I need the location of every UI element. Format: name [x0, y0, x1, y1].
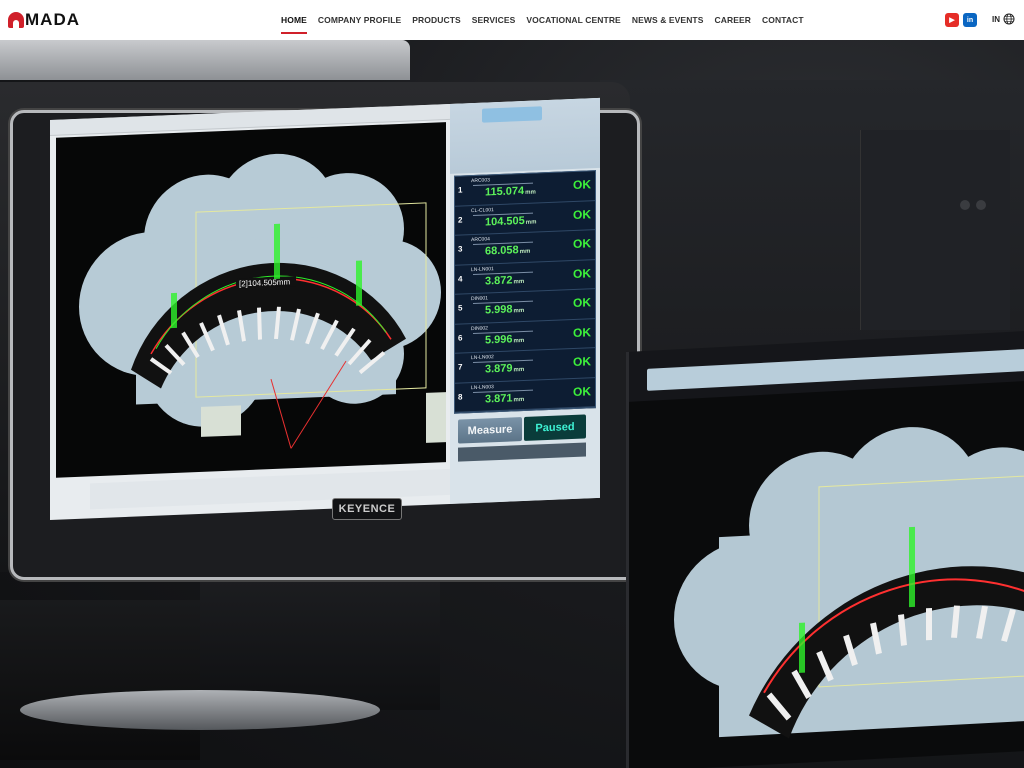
language-code: IN — [992, 14, 1000, 24]
value-text: 115.074 — [485, 184, 525, 199]
value-text: 3.879 — [485, 362, 513, 376]
row-number: 1 — [458, 185, 463, 195]
youtube-icon[interactable]: ▶ — [945, 13, 959, 27]
globe-icon — [1003, 13, 1015, 25]
secondary-monitor — [626, 329, 1024, 768]
nav-home[interactable]: HOME — [281, 0, 307, 40]
amada-logo[interactable]: MADA — [8, 10, 80, 30]
nav-services[interactable]: SERVICES — [472, 0, 516, 40]
value-text: 104.505 — [485, 214, 525, 229]
status-ok: OK — [573, 324, 591, 340]
row-number: 5 — [458, 303, 463, 313]
row-value: 3.871mm — [485, 391, 524, 405]
nav-vocational-centre[interactable]: VOCATIONAL CENTRE — [526, 0, 620, 40]
value-text: 5.996 — [485, 332, 513, 347]
monitor-screen: [2]104.505mm 1 ARC003 115.074mm OK 2 CL-… — [50, 97, 600, 520]
row-number: 8 — [458, 391, 463, 402]
panel-button-row — [458, 442, 586, 462]
paused-button: Paused — [524, 414, 586, 441]
secondary-stator-image — [674, 427, 1024, 739]
value-unit: mm — [519, 248, 531, 256]
status-ok: OK — [573, 383, 591, 399]
row-name: ARC004 — [471, 236, 490, 244]
logo-mark-icon — [8, 12, 24, 28]
row-name: CL-CL001 — [471, 206, 494, 214]
hero-banner: [2]104.505mm 1 ARC003 115.074mm OK 2 CL-… — [0, 40, 1024, 768]
value-unit: mm — [513, 307, 525, 315]
language-selector[interactable]: IN — [992, 13, 1015, 25]
monitor-stand — [200, 560, 440, 710]
row-name: ARC003 — [471, 177, 490, 185]
value-unit: mm — [525, 189, 536, 196]
row-number: 4 — [458, 273, 463, 284]
measurement-image: [2]104.505mm — [56, 122, 446, 478]
value-text: 5.998 — [485, 303, 513, 317]
row-value: 115.074mm — [485, 184, 536, 199]
monitor-top-housing — [0, 40, 410, 80]
row-name: LN-LN001 — [471, 265, 494, 273]
status-ok: OK — [573, 206, 591, 222]
site-header: MADA HOME COMPANY PROFILE PRODUCTS SERVI… — [0, 0, 1024, 40]
nav-company-profile[interactable]: COMPANY PROFILE — [318, 0, 401, 40]
secondary-image — [629, 379, 1024, 768]
row-number: 3 — [458, 244, 463, 254]
measure-button: Measure — [458, 417, 522, 444]
value-unit: mm — [525, 218, 537, 226]
value-text: 3.871 — [485, 391, 513, 406]
row-number: 6 — [458, 332, 463, 343]
panel-chip — [482, 106, 542, 123]
row-name: DIN002 — [471, 324, 488, 332]
row-name: DIN001 — [471, 295, 488, 303]
stator-image: [2]104.505mm — [79, 153, 446, 449]
row-number: 2 — [458, 214, 463, 225]
result-row: 8 LN-LN003 3.871mm OK — [455, 377, 595, 413]
status-ok: OK — [573, 236, 591, 251]
row-number: 7 — [458, 362, 463, 372]
cabinet-knob — [976, 200, 986, 210]
row-value: 5.998mm — [485, 303, 525, 317]
row-value: 104.505mm — [485, 214, 536, 228]
row-name: LN-LN002 — [471, 354, 494, 362]
value-unit: mm — [513, 366, 525, 374]
nav-contact[interactable]: CONTACT — [762, 0, 804, 40]
row-name: LN-LN003 — [471, 383, 494, 391]
value-unit: mm — [513, 337, 525, 344]
main-nav: HOME COMPANY PROFILE PRODUCTS SERVICES V… — [281, 0, 804, 40]
result-list: 1 ARC003 115.074mm OK 2 CL-CL001 104.505… — [454, 170, 596, 414]
stand-base — [20, 690, 380, 730]
status-ok: OK — [573, 177, 591, 192]
value-unit: mm — [513, 278, 525, 285]
status-ok: OK — [573, 295, 591, 310]
status-ok: OK — [573, 354, 591, 369]
value-text: 68.058 — [485, 244, 519, 258]
machine-base — [0, 600, 200, 760]
social-links: ▶ in — [945, 13, 977, 27]
linkedin-icon[interactable]: in — [963, 13, 977, 27]
cabinet-knob — [960, 200, 970, 210]
value-text: 3.872 — [485, 273, 513, 288]
nav-news-events[interactable]: NEWS & EVENTS — [632, 0, 704, 40]
logo-text: MADA — [25, 10, 80, 29]
value-unit: mm — [513, 396, 525, 403]
measurement-panel: 1 ARC003 115.074mm OK 2 CL-CL001 104.505… — [450, 97, 600, 504]
nav-career[interactable]: CAREER — [715, 0, 752, 40]
background-door — [860, 130, 1010, 330]
row-value: 68.058mm — [485, 244, 531, 258]
row-value: 3.872mm — [485, 273, 524, 287]
device-brand: KEYENCE — [332, 498, 402, 520]
panel-header — [450, 97, 600, 174]
nav-products[interactable]: PRODUCTS — [412, 0, 461, 40]
status-ok: OK — [573, 265, 591, 281]
row-value: 5.996mm — [485, 332, 524, 346]
row-value: 3.879mm — [485, 362, 525, 376]
